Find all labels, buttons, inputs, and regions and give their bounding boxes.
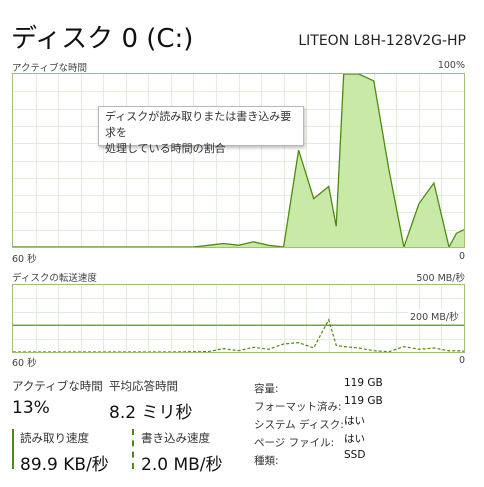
page-file-label: ページ ファイル: (254, 437, 335, 449)
property-row: フォーマット済み: 119 GB (254, 395, 383, 413)
capacity-label: 容量: (254, 383, 279, 395)
formatted-value: 119 GB (344, 395, 383, 407)
property-row: システム ディスク: はい (254, 413, 365, 431)
active-time-max-label: 100% (437, 60, 465, 71)
write-speed-label: 書き込み速度 (141, 431, 210, 445)
transfer-graph-label: ディスクの転送速度 (12, 273, 97, 284)
active-time-stat-value: 13% (12, 398, 50, 418)
type-value: SSD (344, 449, 366, 461)
active-time-chart-svg (13, 74, 464, 247)
read-speed-label: 読み取り速度 (20, 431, 89, 445)
property-row: 種類: SSD (254, 449, 365, 467)
type-label: 種類: (254, 455, 279, 467)
property-row: 容量: 119 GB (254, 377, 383, 395)
transfer-ref-label: 200 MB/秒 (408, 309, 461, 323)
write-speed-indicator (132, 429, 134, 469)
transfer-rate-graph[interactable] (12, 284, 465, 353)
transfer-x-end: 0 (458, 355, 465, 366)
tooltip-line-1: ディスクが読み取りまたは書き込み要求を (105, 110, 292, 139)
page-file-value: はい (344, 433, 365, 445)
disk-model: LITEON L8H-128V2G-HP (298, 33, 466, 49)
transfer-x-start: 60 秒 (12, 358, 37, 369)
active-time-stat-label: アクティブな時間 (12, 379, 103, 393)
avg-response-value: 8.2 ミリ秒 (109, 403, 193, 423)
transfer-chart-svg (13, 285, 464, 352)
formatted-label: フォーマット済み: (254, 401, 342, 413)
active-time-x-start: 60 秒 (12, 254, 37, 265)
active-time-graph-label: アクティブな時間 (12, 63, 87, 74)
disk-properties: 容量: 119 GB フォーマット済み: 119 GB システム ディスク: は… (254, 377, 383, 467)
read-speed-indicator (12, 429, 14, 469)
write-speed-value: 2.0 MB/秒 (141, 455, 223, 475)
read-speed-value: 89.9 KB/秒 (20, 455, 109, 475)
transfer-max-label: 500 MB/秒 (416, 273, 465, 284)
active-time-x-end: 0 (458, 251, 465, 262)
disk-title: ディスク 0 (C:) (11, 24, 194, 54)
tooltip-line-2: 処理している時間の割合 (105, 142, 226, 155)
capacity-value: 119 GB (344, 377, 383, 389)
property-row: ページ ファイル: はい (254, 431, 365, 449)
active-time-graph[interactable] (12, 73, 465, 248)
system-disk-label: システム ディスク: (254, 419, 344, 431)
system-disk-value: はい (344, 415, 365, 427)
active-time-tooltip: ディスクが読み取りまたは書き込み要求を 処理している時間の割合 (98, 106, 304, 155)
avg-response-label: 平均応答時間 (109, 379, 178, 393)
